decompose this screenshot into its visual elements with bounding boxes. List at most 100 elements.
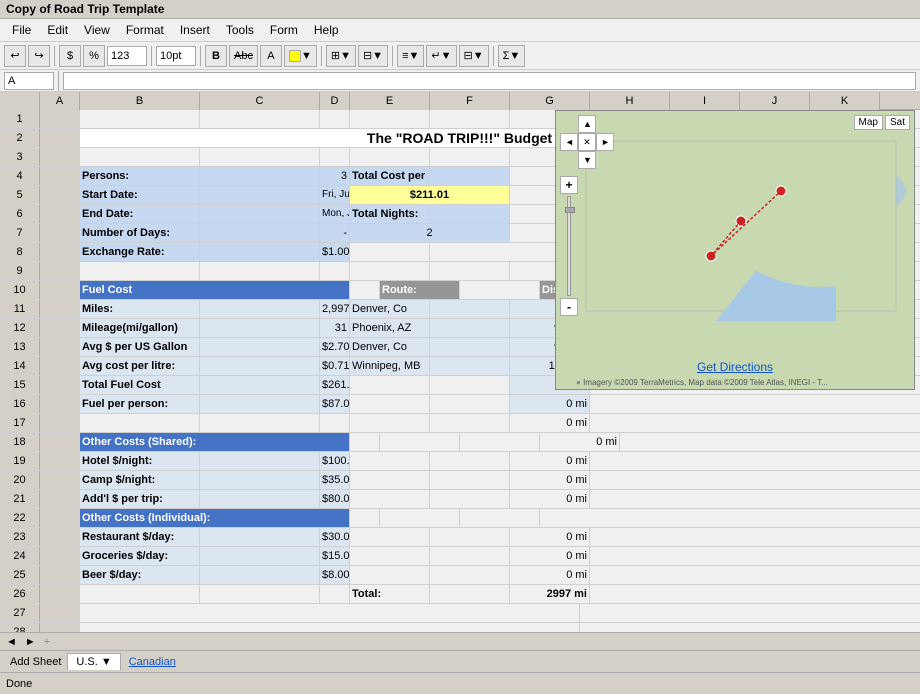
cell[interactable] (200, 528, 320, 546)
cell[interactable] (40, 414, 80, 432)
font-size-input[interactable] (156, 46, 196, 66)
cell[interactable] (350, 148, 430, 166)
cell-route4[interactable]: Winnipeg, MB (350, 357, 430, 375)
cell[interactable] (80, 148, 200, 166)
cell[interactable] (40, 148, 80, 166)
cell[interactable] (40, 604, 80, 622)
cell[interactable] (200, 205, 320, 223)
cell-startdate-label[interactable]: Start Date: (80, 186, 200, 204)
cell[interactable] (40, 471, 80, 489)
cell[interactable] (200, 566, 320, 584)
cell-enddate-value[interactable]: Mon, June 30, 2008 (320, 205, 350, 223)
merge-button[interactable]: ⊟▼ (358, 45, 388, 67)
cell-dist13[interactable]: 0 mi (510, 547, 590, 565)
cell[interactable] (350, 414, 430, 432)
cell[interactable] (40, 167, 80, 185)
cell[interactable] (350, 243, 430, 261)
cell[interactable] (200, 148, 320, 166)
menu-insert[interactable]: Insert (172, 21, 218, 39)
cell-numdays-label[interactable]: Number of Days: (80, 224, 200, 242)
cell[interactable] (430, 357, 510, 375)
cell-dist8[interactable]: 0 mi (540, 433, 620, 451)
cell-restaurant-value[interactable]: $30.00 (320, 528, 350, 546)
cell[interactable] (40, 357, 80, 375)
cell-beer-label[interactable]: Beer $/day: (80, 566, 200, 584)
cell[interactable] (40, 262, 80, 280)
cell-dist12[interactable]: 0 mi (510, 528, 590, 546)
cell-restaurant-label[interactable]: Restaurant $/day: (80, 528, 200, 546)
cell[interactable] (350, 395, 430, 413)
get-directions-link[interactable]: Get Directions (697, 360, 773, 374)
cell[interactable] (40, 224, 80, 242)
col-B[interactable]: B (80, 92, 200, 110)
cell[interactable] (80, 623, 580, 632)
cell-dist10[interactable]: 0 mi (510, 471, 590, 489)
cell[interactable] (430, 167, 510, 185)
cell[interactable] (200, 243, 320, 261)
cell-route1[interactable]: Denver, Co (350, 300, 430, 318)
cell[interactable] (40, 433, 80, 451)
cell[interactable] (430, 414, 510, 432)
cell[interactable] (40, 547, 80, 565)
cell[interactable] (430, 205, 510, 223)
percent-button[interactable]: % (83, 45, 105, 67)
cell-dist11[interactable]: 0 mi (510, 490, 590, 508)
cell-addltrip-label[interactable]: Add'l $ per trip: (80, 490, 200, 508)
cell[interactable] (40, 528, 80, 546)
cell-dist6[interactable]: 0 mi (510, 395, 590, 413)
align-button[interactable]: ≡▼ (397, 45, 424, 67)
new-sheet-icon[interactable]: + (40, 636, 54, 648)
menu-format[interactable]: Format (118, 21, 172, 39)
cell[interactable] (40, 300, 80, 318)
cell[interactable] (350, 262, 430, 280)
zoom-in-button[interactable]: + (560, 176, 578, 194)
cell[interactable] (350, 509, 380, 527)
menu-view[interactable]: View (76, 21, 118, 39)
cell[interactable] (430, 490, 510, 508)
format-input[interactable] (107, 46, 147, 66)
cell-avgltr-label[interactable]: Avg cost per litre: (80, 357, 200, 375)
cell-campnight-label[interactable]: Camp $/night: (80, 471, 200, 489)
cell-enddate-label[interactable]: End Date: (80, 205, 200, 223)
formula-input[interactable] (63, 72, 916, 90)
cell-reference[interactable] (4, 72, 54, 90)
cell-dist9[interactable]: 0 mi (510, 452, 590, 470)
cell[interactable] (40, 376, 80, 394)
cell[interactable] (350, 490, 430, 508)
cell-startdate-value[interactable]: Fri, June 27, 2008 (320, 186, 350, 204)
cell[interactable] (430, 585, 510, 603)
cell-route-header[interactable]: Route: (380, 281, 460, 299)
cell-otherindiv-header[interactable]: Other Costs (Individual): (80, 509, 350, 527)
cell-totalfuel-value[interactable]: $261.03 (320, 376, 350, 394)
cell[interactable] (40, 205, 80, 223)
cell[interactable] (40, 243, 80, 261)
cell[interactable] (200, 376, 320, 394)
cell-fuelperperson-value[interactable]: $87.01 (320, 395, 350, 413)
cell-avgprice-label[interactable]: Avg $ per US Gallon (80, 338, 200, 356)
cell[interactable] (320, 585, 350, 603)
map-nav-up[interactable]: ▲ (578, 115, 596, 133)
sheet-tab-us[interactable]: U.S. ▼ (67, 653, 120, 670)
cell[interactable] (430, 566, 510, 584)
add-sheet-button[interactable]: Add Sheet (4, 654, 67, 670)
cell[interactable] (350, 566, 430, 584)
cell[interactable] (430, 300, 510, 318)
col-D[interactable]: D (320, 92, 350, 110)
cell-groceries-label[interactable]: Groceries $/day: (80, 547, 200, 565)
cell[interactable] (40, 129, 80, 147)
cell[interactable] (430, 471, 510, 489)
col-G[interactable]: G (510, 92, 590, 110)
bold-button[interactable]: B (205, 45, 227, 67)
cell-dist14[interactable]: 0 mi (510, 566, 590, 584)
cell[interactable] (350, 471, 430, 489)
cell-exchrate-value[interactable]: $1.0000 (320, 243, 350, 261)
cell[interactable] (40, 452, 80, 470)
cell-persons-label[interactable]: Persons: (80, 167, 200, 185)
cell[interactable] (320, 262, 350, 280)
col-H[interactable]: H (590, 92, 670, 110)
cell-route3[interactable]: Denver, Co (350, 338, 430, 356)
cell[interactable] (40, 281, 80, 299)
cell-addltrip-value[interactable]: $80.00 (320, 490, 350, 508)
cell[interactable] (200, 167, 320, 185)
cell[interactable] (40, 585, 80, 603)
